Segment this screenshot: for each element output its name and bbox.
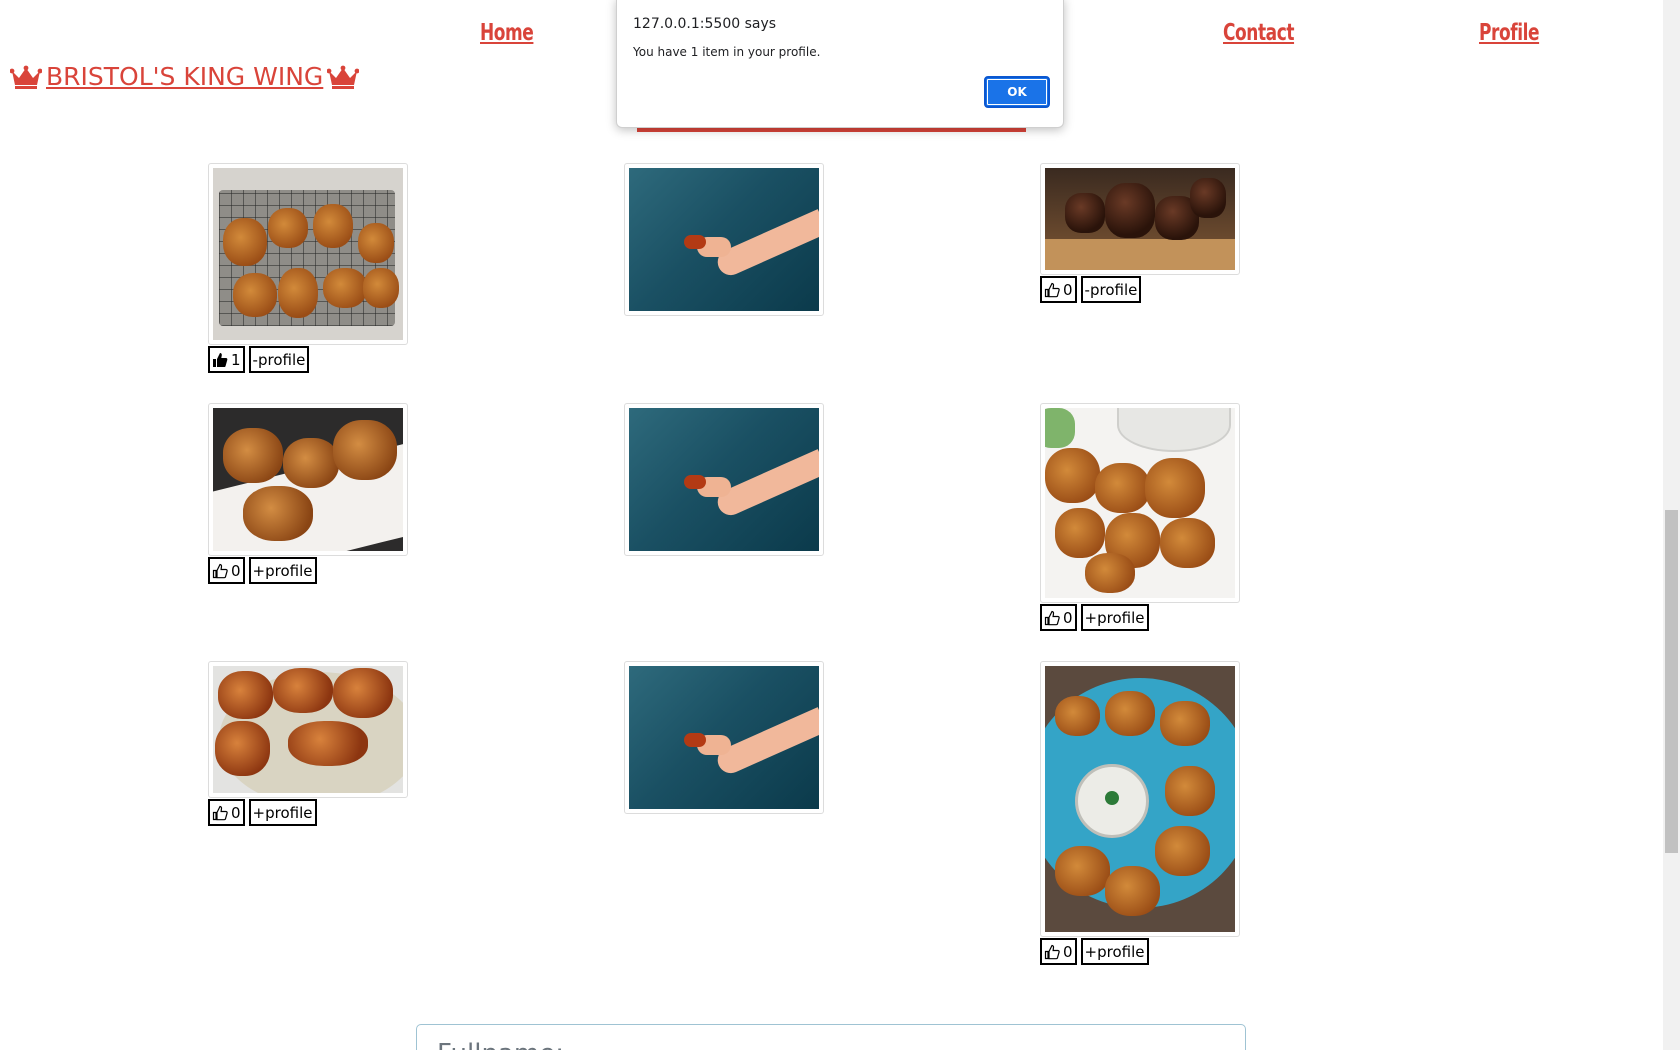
image-frame	[208, 163, 408, 345]
image-frame	[1040, 661, 1240, 937]
cauliflower-wings-dip-image	[1045, 408, 1235, 598]
brand-name: BRISTOL'S KING WING	[46, 62, 324, 91]
dialog-message: You have 1 item in your profile.	[633, 45, 821, 59]
add-profile-button[interactable]: +profile	[1080, 938, 1149, 965]
thumbs-up-icon	[1044, 282, 1060, 297]
hand-holding-wing-image	[629, 408, 819, 551]
image-frame	[208, 403, 408, 556]
roast-chicken-plate-image	[213, 666, 403, 793]
fried-chicken-tray-image	[213, 168, 403, 340]
like-count: 0	[1063, 608, 1073, 627]
add-profile-button[interactable]: +profile	[248, 799, 317, 826]
gallery-card: 0 +profile	[208, 403, 408, 584]
gallery-card: 1 -profile	[208, 163, 408, 373]
image-frame	[1040, 403, 1240, 603]
like-count: 1	[231, 350, 241, 369]
nav-home-link[interactable]: Home	[480, 20, 534, 46]
image-frame	[208, 661, 408, 798]
like-button[interactable]: 0	[208, 799, 245, 826]
remove-profile-button[interactable]: -profile	[248, 346, 310, 373]
page: Home Contact Profile BRISTOL'S KING WING	[0, 0, 1663, 1050]
image-frame	[624, 403, 824, 556]
add-profile-button[interactable]: +profile	[1080, 604, 1149, 631]
remove-profile-button[interactable]: -profile	[1080, 276, 1142, 303]
like-count: 0	[1063, 280, 1073, 299]
thumbs-up-icon	[1044, 610, 1060, 625]
gallery-card	[624, 163, 824, 316]
thumbs-up-icon	[212, 805, 228, 820]
like-count: 0	[1063, 942, 1073, 961]
thumbs-up-icon	[212, 563, 228, 578]
like-button[interactable]: 0	[1040, 604, 1077, 631]
hand-holding-wing-image	[629, 666, 819, 809]
alert-dialog: 127.0.0.1:5500 says You have 1 item in y…	[616, 0, 1064, 128]
gallery-card	[624, 661, 824, 814]
like-button[interactable]: 0	[1040, 276, 1077, 303]
add-profile-button[interactable]: +profile	[248, 557, 317, 584]
nav-profile-link[interactable]: Profile	[1479, 20, 1540, 46]
crown-icon	[327, 65, 360, 89]
like-count: 0	[231, 561, 241, 580]
brand-link[interactable]: BRISTOL'S KING WING	[10, 62, 360, 91]
dialog-title: 127.0.0.1:5500 says	[633, 16, 777, 32]
like-button[interactable]: 0	[208, 557, 245, 584]
image-frame	[1040, 163, 1240, 275]
scrollbar-thumb[interactable]	[1665, 510, 1678, 853]
gallery-card: 0 +profile	[1040, 403, 1240, 631]
gallery-card: 0 +profile	[1040, 661, 1240, 965]
thumbs-up-filled-icon	[213, 352, 228, 367]
fried-chicken-plate-image	[213, 408, 403, 551]
like-button[interactable]: 1	[208, 346, 245, 373]
image-frame	[624, 661, 824, 814]
like-button[interactable]: 0	[1040, 938, 1077, 965]
gallery-card	[624, 403, 824, 556]
gallery-card: 0 -profile	[1040, 163, 1240, 303]
gallery-card: 0 +profile	[208, 661, 408, 826]
glazed-wings-image	[1045, 168, 1235, 270]
image-frame	[624, 163, 824, 316]
nav-contact-link[interactable]: Contact	[1223, 20, 1294, 46]
fullname-input[interactable]	[416, 1024, 1246, 1050]
like-count: 0	[231, 803, 241, 822]
ok-button[interactable]: OK	[984, 76, 1050, 108]
hand-holding-wing-image	[629, 168, 819, 311]
crown-icon	[10, 65, 42, 89]
thumbs-up-icon	[1044, 944, 1060, 959]
cauliflower-bowl-ranch-image	[1045, 666, 1235, 932]
